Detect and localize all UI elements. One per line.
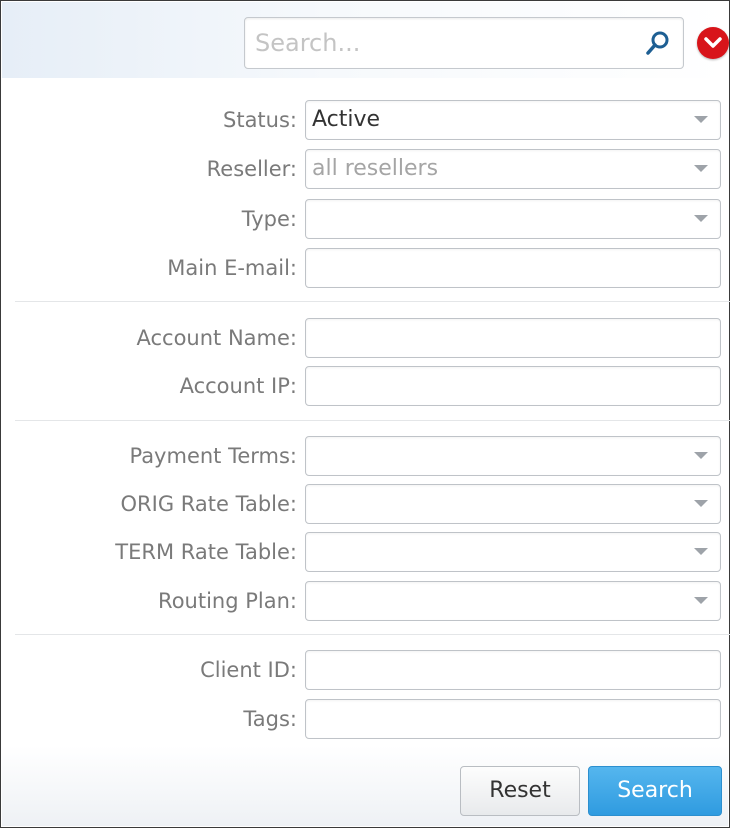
account-ip-input[interactable] [305, 366, 721, 406]
search-input[interactable] [253, 18, 633, 68]
routing-plan-row: Routing Plan: [1, 581, 730, 621]
status-label: Status: [223, 108, 297, 132]
account-ip-label: Account IP: [179, 374, 297, 398]
client-id-input[interactable] [305, 650, 721, 690]
main-email-row: Main E-mail: [1, 248, 730, 288]
reseller-label: Reseller: [206, 157, 297, 181]
orig-rate-table-label: ORIG Rate Table: [120, 492, 297, 516]
caret-down-icon [694, 165, 708, 172]
filter-panel: Status: Active Reseller: all resellers T… [0, 0, 730, 828]
caret-down-icon [694, 500, 708, 507]
caret-down-icon [694, 215, 708, 222]
collapse-button[interactable] [697, 27, 729, 59]
orig-rate-table-select[interactable] [305, 484, 721, 524]
caret-down-icon [694, 452, 708, 459]
routing-plan-select[interactable] [305, 581, 721, 621]
section-divider [15, 301, 730, 302]
main-email-input[interactable] [305, 248, 721, 288]
tags-row: Tags: [1, 699, 730, 739]
tags-input[interactable] [305, 699, 721, 739]
client-id-label: Client ID: [200, 658, 297, 682]
reseller-row: Reseller: all resellers [1, 149, 730, 189]
search-box[interactable] [244, 17, 684, 69]
routing-plan-label: Routing Plan: [158, 589, 297, 613]
status-select[interactable]: Active [305, 100, 721, 140]
reset-button[interactable]: Reset [460, 766, 580, 816]
status-value: Active [312, 107, 381, 132]
type-label: Type: [241, 207, 297, 231]
reseller-select[interactable]: all resellers [305, 149, 721, 189]
payment-terms-row: Payment Terms: [1, 436, 730, 476]
account-name-label: Account Name: [136, 326, 298, 350]
section-divider [15, 634, 730, 635]
section-divider [15, 420, 730, 421]
reseller-value: all resellers [312, 156, 439, 181]
orig-rate-table-row: ORIG Rate Table: [1, 484, 730, 524]
tags-label: Tags: [243, 707, 297, 731]
caret-down-icon [694, 548, 708, 555]
account-ip-row: Account IP: [1, 366, 730, 406]
caret-down-icon [694, 597, 708, 604]
main-email-label: Main E-mail: [167, 256, 297, 280]
type-select[interactable] [305, 199, 721, 239]
client-id-row: Client ID: [1, 650, 730, 690]
chevron-down-icon [704, 37, 722, 48]
type-row: Type: [1, 199, 730, 239]
payment-terms-label: Payment Terms: [129, 444, 297, 468]
payment-terms-select[interactable] [305, 436, 721, 476]
caret-down-icon [694, 116, 708, 123]
account-name-input[interactable] [305, 318, 721, 358]
term-rate-table-select[interactable] [305, 532, 721, 572]
search-button[interactable]: Search [588, 766, 722, 816]
status-row: Status: Active [1, 100, 730, 140]
term-rate-table-row: TERM Rate Table: [1, 532, 730, 572]
search-icon[interactable] [645, 30, 671, 56]
account-name-row: Account Name: [1, 318, 730, 358]
term-rate-table-label: TERM Rate Table: [115, 540, 297, 564]
